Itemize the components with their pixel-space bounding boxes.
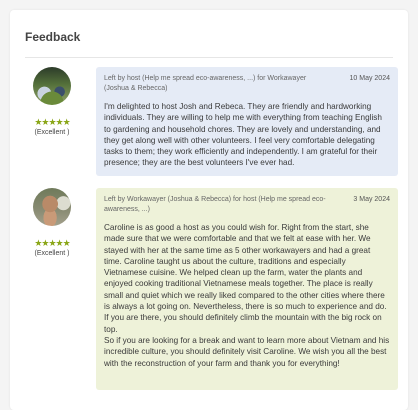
- review-meta: Left by host (Help me spread eco-awarene…: [104, 74, 390, 94]
- feedback-card: Feedback ★★★★★ (Excellent ) Left by host…: [10, 10, 408, 410]
- review-from: Left by host (Help me spread eco-awarene…: [104, 75, 307, 92]
- rating-label: (Excellent ): [34, 129, 70, 136]
- section-title: Feedback: [25, 30, 81, 44]
- avatar[interactable]: [33, 188, 71, 226]
- review-date: 10 May 2024: [349, 75, 390, 82]
- avatar[interactable]: [33, 67, 71, 105]
- review-meta: Left by Workawayer (Joshua & Rebecca) fo…: [104, 195, 390, 215]
- review-paragraph: So if you are looking for a break and wa…: [104, 335, 390, 368]
- star-rating-icon: ★★★★★: [34, 117, 70, 127]
- review-author: ★★★★★ (Excellent ): [30, 188, 74, 257]
- rating-label: (Excellent ): [34, 250, 70, 257]
- review-bubble: Left by Workawayer (Joshua & Rebecca) fo…: [96, 188, 398, 390]
- review-bubble: Left by host (Help me spread eco-awarene…: [96, 67, 398, 176]
- divider: [25, 57, 393, 58]
- star-rating-icon: ★★★★★: [34, 238, 70, 248]
- review-paragraph: Caroline is as good a host as you could …: [104, 223, 387, 334]
- review-from: Left by Workawayer (Joshua & Rebecca) fo…: [104, 196, 326, 213]
- review-text: Caroline is as good a host as you could …: [104, 222, 390, 369]
- review-text: I'm delighted to host Josh and Rebeca. T…: [104, 102, 382, 168]
- review-author: ★★★★★ (Excellent ): [30, 67, 74, 136]
- review-date: 3 May 2024: [353, 196, 390, 203]
